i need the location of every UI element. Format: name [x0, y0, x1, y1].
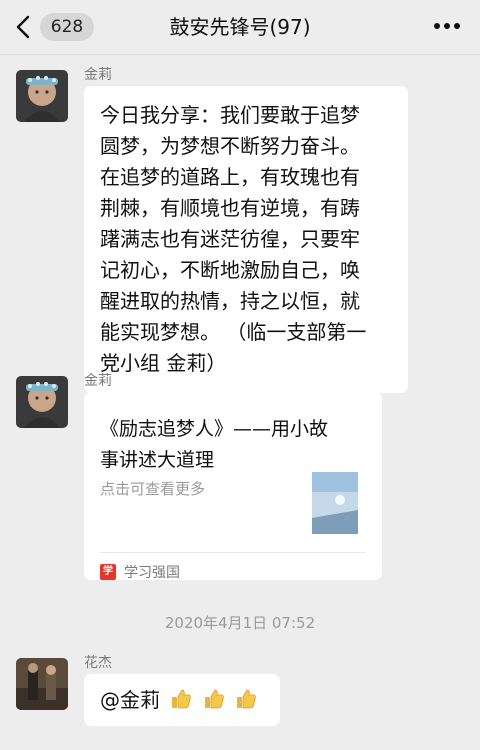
- sender-name: 金莉: [84, 373, 112, 389]
- thumbs-up-icon: [172, 689, 192, 709]
- chat-header: 628 鼓安先锋号(97): [0, 0, 480, 55]
- message-bubble[interactable]: 今日我分享：我们要敢于追梦 圆梦，为梦想不断努力奋斗。 在追梦的道路上，有玫瑰也…: [84, 86, 408, 393]
- avatar[interactable]: [16, 658, 68, 710]
- chat-title: 鼓安先锋号(97): [169, 15, 311, 39]
- thumbs-up-icon: [204, 689, 224, 709]
- book-thumbnail-icon: [312, 472, 358, 534]
- xuexi-logo-icon: 学: [100, 564, 116, 580]
- sender-name: 金莉: [84, 67, 112, 83]
- card-source-label: 学习强国: [124, 565, 180, 581]
- share-card[interactable]: 《励志追梦人》——用小故 事讲述大道理 点击可查看更多 学 学习强国: [84, 392, 382, 582]
- card-source: 学 学习强国: [100, 562, 180, 582]
- thumbs-up-icon: [237, 689, 256, 709]
- avatar[interactable]: [16, 70, 68, 122]
- more-options-icon[interactable]: [434, 23, 460, 31]
- sender-name: 花杰: [84, 655, 112, 671]
- message-bubble[interactable]: @金莉: [84, 674, 280, 726]
- message-timestamp: 2020年4月1日 07:52: [164, 614, 316, 632]
- card-divider: [100, 552, 366, 553]
- avatar[interactable]: [16, 376, 68, 428]
- card-title: 《励志追梦人》——用小故 事讲述大道理: [100, 418, 329, 471]
- card-subtitle: 点击可查看更多: [100, 480, 206, 498]
- mention-text: @金莉: [100, 688, 160, 712]
